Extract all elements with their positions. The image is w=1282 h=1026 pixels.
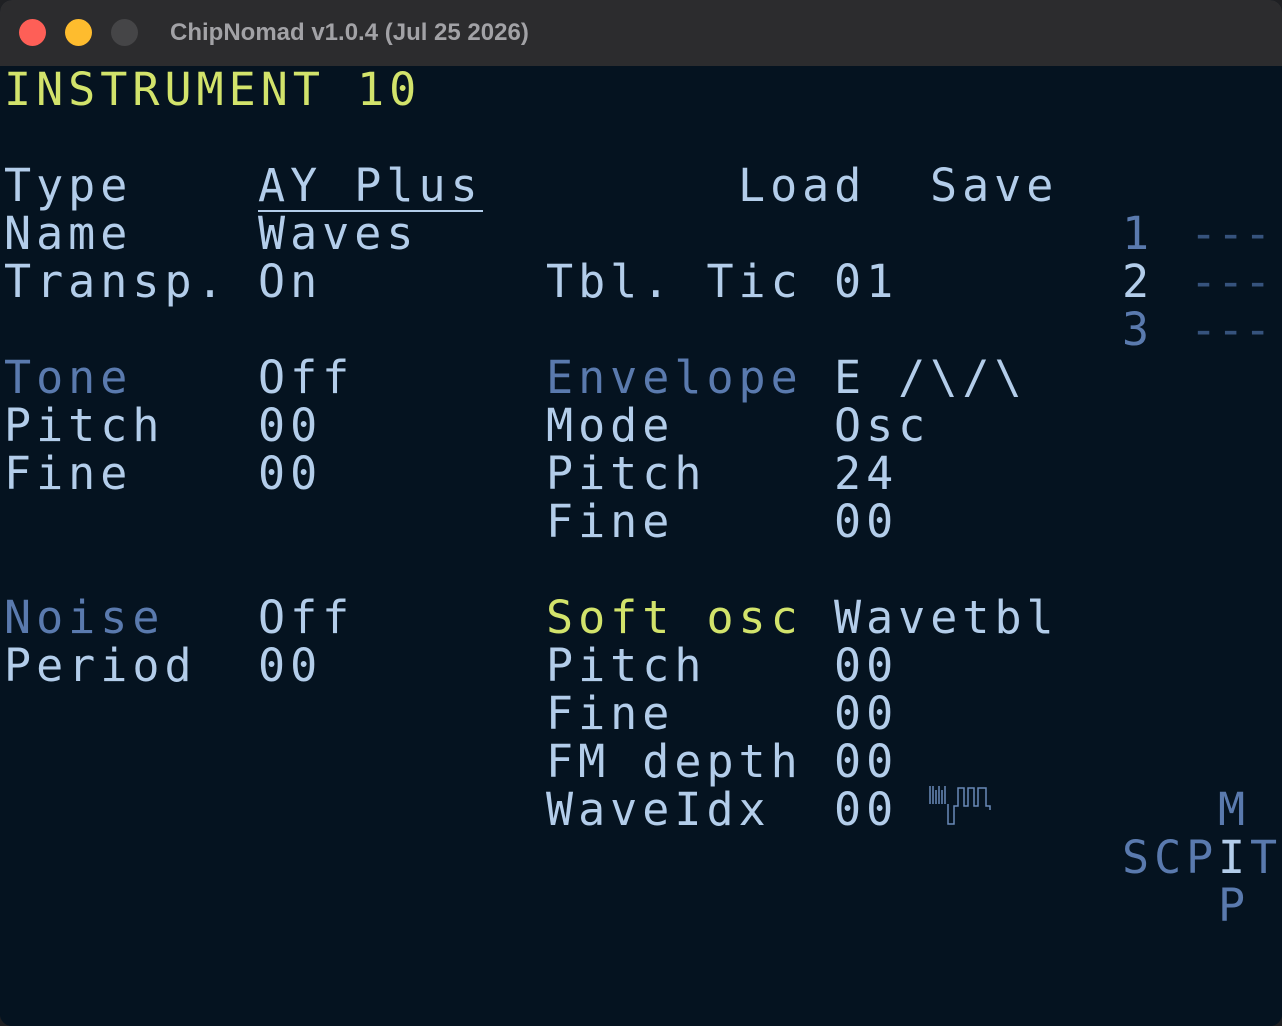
soft-osc-fine-field[interactable]: 00 [834,690,898,738]
envelope-mode-label: Mode [546,399,675,452]
envelope-fine-field[interactable]: 00 [834,498,898,546]
waveform-preview-icon [929,786,991,825]
load-button[interactable]: Load [738,162,866,210]
close-window-button[interactable] [19,19,46,46]
minimize-window-button[interactable] [65,19,92,46]
channel-2-label: 2 [1122,255,1155,308]
tone-label: Tone [4,351,133,404]
app-window: ChipNomad v1.0.4 (Jul 25 2026) INSTRUMEN… [0,0,1282,1026]
soft-osc-fine-label: Fine [546,687,675,740]
title-bar: ChipNomad v1.0.4 (Jul 25 2026) [0,0,1282,67]
tone-field[interactable]: Off [258,354,354,402]
fm-depth-label: FM depth [546,735,803,788]
envelope-pitch-field[interactable]: 24 [834,450,898,498]
tone-fine-field[interactable]: 00 [258,450,322,498]
page-title: INSTRUMENT 10 [4,63,422,116]
envelope-label: Envelope [546,351,803,404]
soft-osc-pitch-field[interactable]: 00 [834,642,898,690]
tone-fine-label: Fine [4,447,133,500]
tracker-screen: INSTRUMENT 10 Type AY Plus Load Save Nam… [0,66,1282,1026]
envelope-mode-field[interactable]: Osc [834,402,930,450]
screen-map-m[interactable]: M [1218,786,1250,834]
screen-map-scp[interactable]: SCP [1122,834,1218,882]
zoom-window-button[interactable] [111,19,138,46]
noise-period-field[interactable]: 00 [258,642,322,690]
fm-depth-field[interactable]: 00 [834,738,898,786]
tone-pitch-label: Pitch [4,399,165,452]
soft-osc-pitch-label: Pitch [546,639,707,692]
waveidx-field[interactable]: 00 [834,786,898,834]
tbl-tic-label: Tbl. Tic [546,255,803,308]
transp-label: Transp. [4,255,229,308]
name-label: Name [4,207,133,260]
waveidx-label: WaveIdx [546,783,771,836]
name-field[interactable]: Waves [258,210,418,258]
transp-field[interactable]: On [258,258,322,306]
noise-field[interactable]: Off [258,594,354,642]
type-field[interactable]: AY Plus [258,162,483,212]
type-label: Type [4,159,133,212]
window-title: ChipNomad v1.0.4 (Jul 25 2026) [170,19,529,46]
channel-3-label: 3 [1122,303,1155,356]
channel-1-value[interactable]: --- [1190,210,1271,258]
channel-1-label: 1 [1122,207,1155,260]
save-button[interactable]: Save [930,162,1058,210]
noise-period-label: Period [4,639,197,692]
envelope-field[interactable]: E /\/\ [834,354,1027,402]
screen-map-t[interactable]: T [1250,834,1282,882]
tone-pitch-field[interactable]: 00 [258,402,322,450]
screen-map-p[interactable]: P [1218,882,1250,930]
tbl-tic-field[interactable]: 01 [834,258,898,306]
channel-3-value[interactable]: --- [1190,306,1271,354]
envelope-pitch-label: Pitch [546,447,707,500]
envelope-fine-label: Fine [546,495,675,548]
soft-osc-label: Soft osc [546,591,803,644]
channel-2-value[interactable]: --- [1190,258,1271,306]
screen-map-i-current[interactable]: I [1218,834,1250,882]
soft-osc-field[interactable]: Wavetbl [834,594,1059,642]
noise-label: Noise [4,591,165,644]
